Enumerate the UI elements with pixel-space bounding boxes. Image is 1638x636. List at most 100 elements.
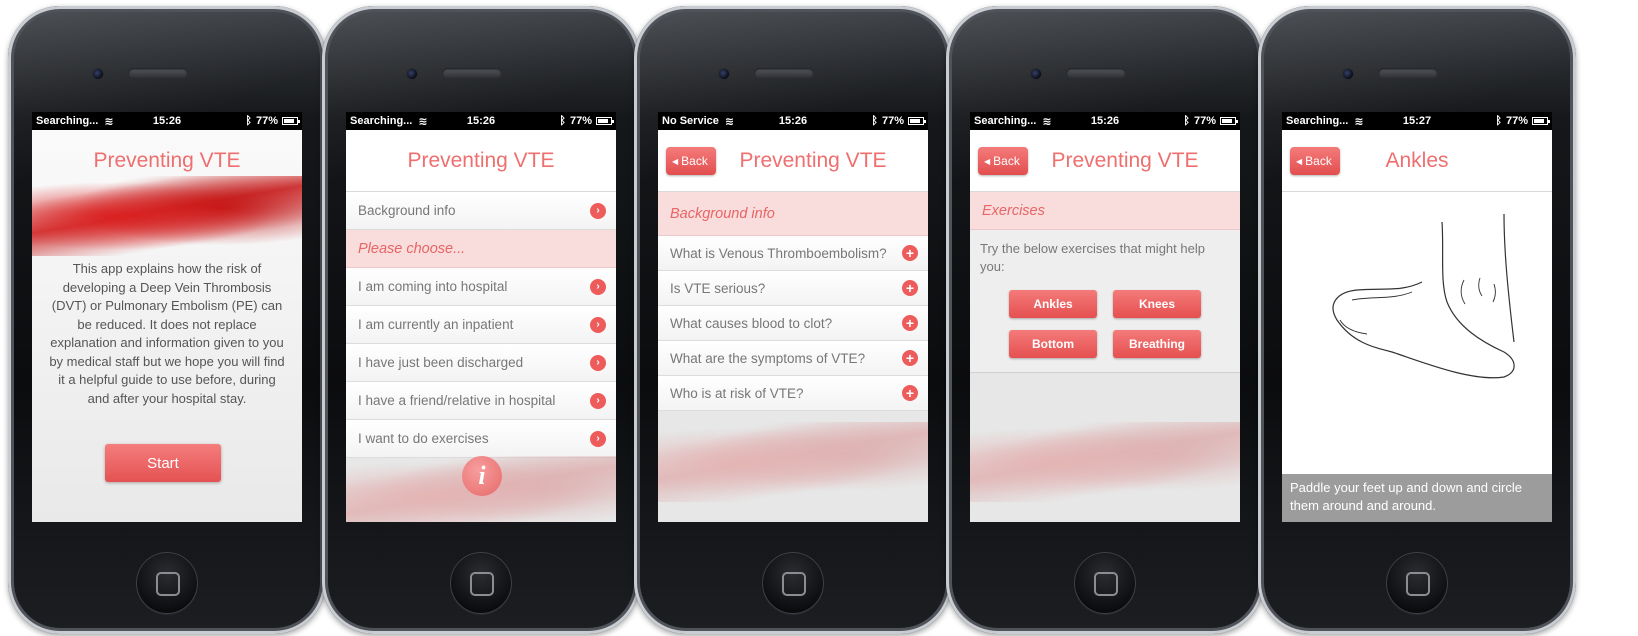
nav-bar: ◀ Back Ankles (1282, 130, 1552, 192)
blood-ribbon-image (32, 176, 302, 256)
carrier-label: Searching... (350, 115, 413, 127)
list-item[interactable]: I have just been discharged › (346, 344, 616, 382)
back-arrow-icon: ◀ (1296, 156, 1303, 166)
back-button[interactable]: ◀ Back (1290, 147, 1340, 175)
list-item-label: Background info (358, 203, 456, 218)
speaker-grille (1378, 68, 1438, 79)
status-bar: No Service ≋ 15:26 ᛒ 77% (658, 112, 928, 130)
knees-button[interactable]: Knees (1113, 290, 1201, 318)
home-button[interactable] (1074, 552, 1136, 614)
intro-text: This app explains how the risk of develo… (49, 261, 285, 406)
exercise-panel: Try the below exercises that might help … (970, 230, 1240, 373)
blood-ribbon-image (970, 422, 1240, 502)
screen-3: No Service ≋ 15:26 ᛒ 77% ◀ Back Preventing … (658, 112, 928, 522)
list-item[interactable]: I want to do exercises › (346, 420, 616, 458)
list-item[interactable]: What causes blood to clot? + (658, 306, 928, 341)
chevron-right-circle-icon: › (590, 278, 606, 295)
wifi-icon: ≋ (1042, 115, 1052, 128)
battery-percent: 77% (1193, 115, 1216, 127)
nav-bar: ◀ Back Preventing VTE (658, 130, 928, 192)
home-button[interactable] (450, 552, 512, 614)
camera-icon (718, 68, 730, 80)
ankles-button[interactable]: Ankles (1009, 290, 1097, 318)
section-header: Please choose... (346, 230, 616, 268)
exercise-button-grid: Ankles Knees Bottom Breathing (980, 290, 1230, 358)
phone-frame-3: No Service ≋ 15:26 ᛒ 77% ◀ Back Preventing … (634, 6, 952, 634)
plus-circle-icon: + (902, 350, 918, 366)
bluetooth-icon: ᛒ (245, 115, 252, 127)
wifi-icon: ≋ (104, 115, 114, 128)
question-list: What is Venous Thromboembolism? + Is VTE… (658, 236, 928, 411)
wifi-icon: ≋ (418, 115, 428, 128)
home-button[interactable] (136, 552, 198, 614)
instruction-caption: Paddle your feet up and down and circle … (1282, 474, 1552, 522)
screen-1: Searching... ≋ 15:26 ᛒ 77% Preventing VTE … (32, 112, 302, 522)
screen-4: Searching... ≋ 15:26 ᛒ 77% ◀ Back Preventin… (970, 112, 1240, 522)
battery-percent: 77% (1505, 115, 1528, 127)
list-item[interactable]: What is Venous Thromboembolism? + (658, 236, 928, 271)
battery-percent: 77% (569, 115, 592, 127)
list-item-label: What causes blood to clot? (670, 315, 833, 331)
list-item[interactable]: Who is at risk of VTE? + (658, 376, 928, 411)
nav-bar: Preventing VTE (346, 130, 616, 192)
back-button[interactable]: ◀ Back (666, 147, 716, 175)
battery-icon (596, 117, 614, 125)
foot-illustration (1282, 192, 1552, 474)
status-bar: Searching... ≋ 15:26 ᛒ 77% (970, 112, 1240, 130)
chevron-right-circle-icon: › (590, 316, 606, 333)
plus-circle-icon: + (902, 280, 918, 296)
back-button-label: Back (1305, 154, 1332, 168)
breathing-button[interactable]: Breathing (1113, 330, 1201, 358)
home-button[interactable] (762, 552, 824, 614)
camera-icon (406, 68, 418, 80)
status-bar: Searching... ≋ 15:26 ᛒ 77% (346, 112, 616, 130)
list-item[interactable]: I am coming into hospital › (346, 268, 616, 306)
phone-frame-1: Searching... ≋ 15:26 ᛒ 77% Preventing VTE … (8, 6, 326, 634)
carrier-label: Searching... (1286, 115, 1349, 127)
back-arrow-icon: ◀ (984, 156, 991, 166)
home-button[interactable] (1386, 552, 1448, 614)
list-item-label: I am coming into hospital (358, 279, 508, 294)
camera-icon (1030, 68, 1042, 80)
wifi-icon: ≋ (724, 115, 735, 128)
list-item-label: Who is at risk of VTE? (670, 385, 804, 401)
speaker-grille (128, 68, 188, 79)
battery-icon (282, 117, 300, 125)
start-button[interactable]: Start (105, 444, 221, 482)
status-bar: Searching... ≋ 15:26 ᛒ 77% (32, 112, 302, 130)
bluetooth-icon: ᛒ (871, 115, 878, 127)
back-button[interactable]: ◀ Back (978, 147, 1028, 175)
phone-frame-2: Searching... ≋ 15:26 ᛒ 77% Preventing VTE … (322, 6, 640, 634)
chevron-right-circle-icon: › (590, 354, 606, 371)
list-item[interactable]: What are the symptoms of VTE? + (658, 341, 928, 376)
speaker-grille (754, 68, 814, 79)
list-item-label: I am currently an inpatient (358, 317, 514, 332)
list-item[interactable]: Is VTE serious? + (658, 271, 928, 306)
phone-frame-4: Searching... ≋ 15:26 ᛒ 77% ◀ Back Preventin… (946, 6, 1264, 634)
wifi-icon: ≋ (1354, 115, 1364, 128)
battery-icon (1220, 117, 1238, 125)
plus-circle-icon: + (902, 245, 918, 261)
chevron-right-circle-icon: › (590, 202, 606, 219)
list-item[interactable]: I am currently an inpatient › (346, 306, 616, 344)
bottom-button[interactable]: Bottom (1009, 330, 1097, 358)
speaker-grille (442, 68, 502, 79)
carrier-label: Searching... (36, 115, 99, 127)
status-bar: Searching... ≋ 15:27 ᛒ 77% (1282, 112, 1552, 130)
list-item[interactable]: I have a friend/relative in hospital › (346, 382, 616, 420)
page-title: Preventing VTE (739, 148, 887, 172)
menu-list: Background info › Please choose... I am … (346, 192, 616, 458)
blood-ribbon-image (658, 422, 928, 502)
list-item-label: I have just been discharged (358, 355, 524, 370)
camera-icon (92, 68, 104, 80)
section-header: Exercises (970, 192, 1240, 230)
back-arrow-icon: ◀ (672, 156, 679, 166)
list-item-label: I want to do exercises (358, 431, 489, 446)
list-item-background-info[interactable]: Background info › (346, 192, 616, 230)
page-title: Preventing VTE (1051, 148, 1199, 172)
list-item-label: What are the symptoms of VTE? (670, 350, 866, 366)
plus-circle-icon: + (902, 385, 918, 401)
bluetooth-icon: ᛒ (1183, 115, 1190, 127)
info-icon[interactable]: i (462, 456, 502, 496)
page-title: Preventing VTE (93, 149, 241, 172)
